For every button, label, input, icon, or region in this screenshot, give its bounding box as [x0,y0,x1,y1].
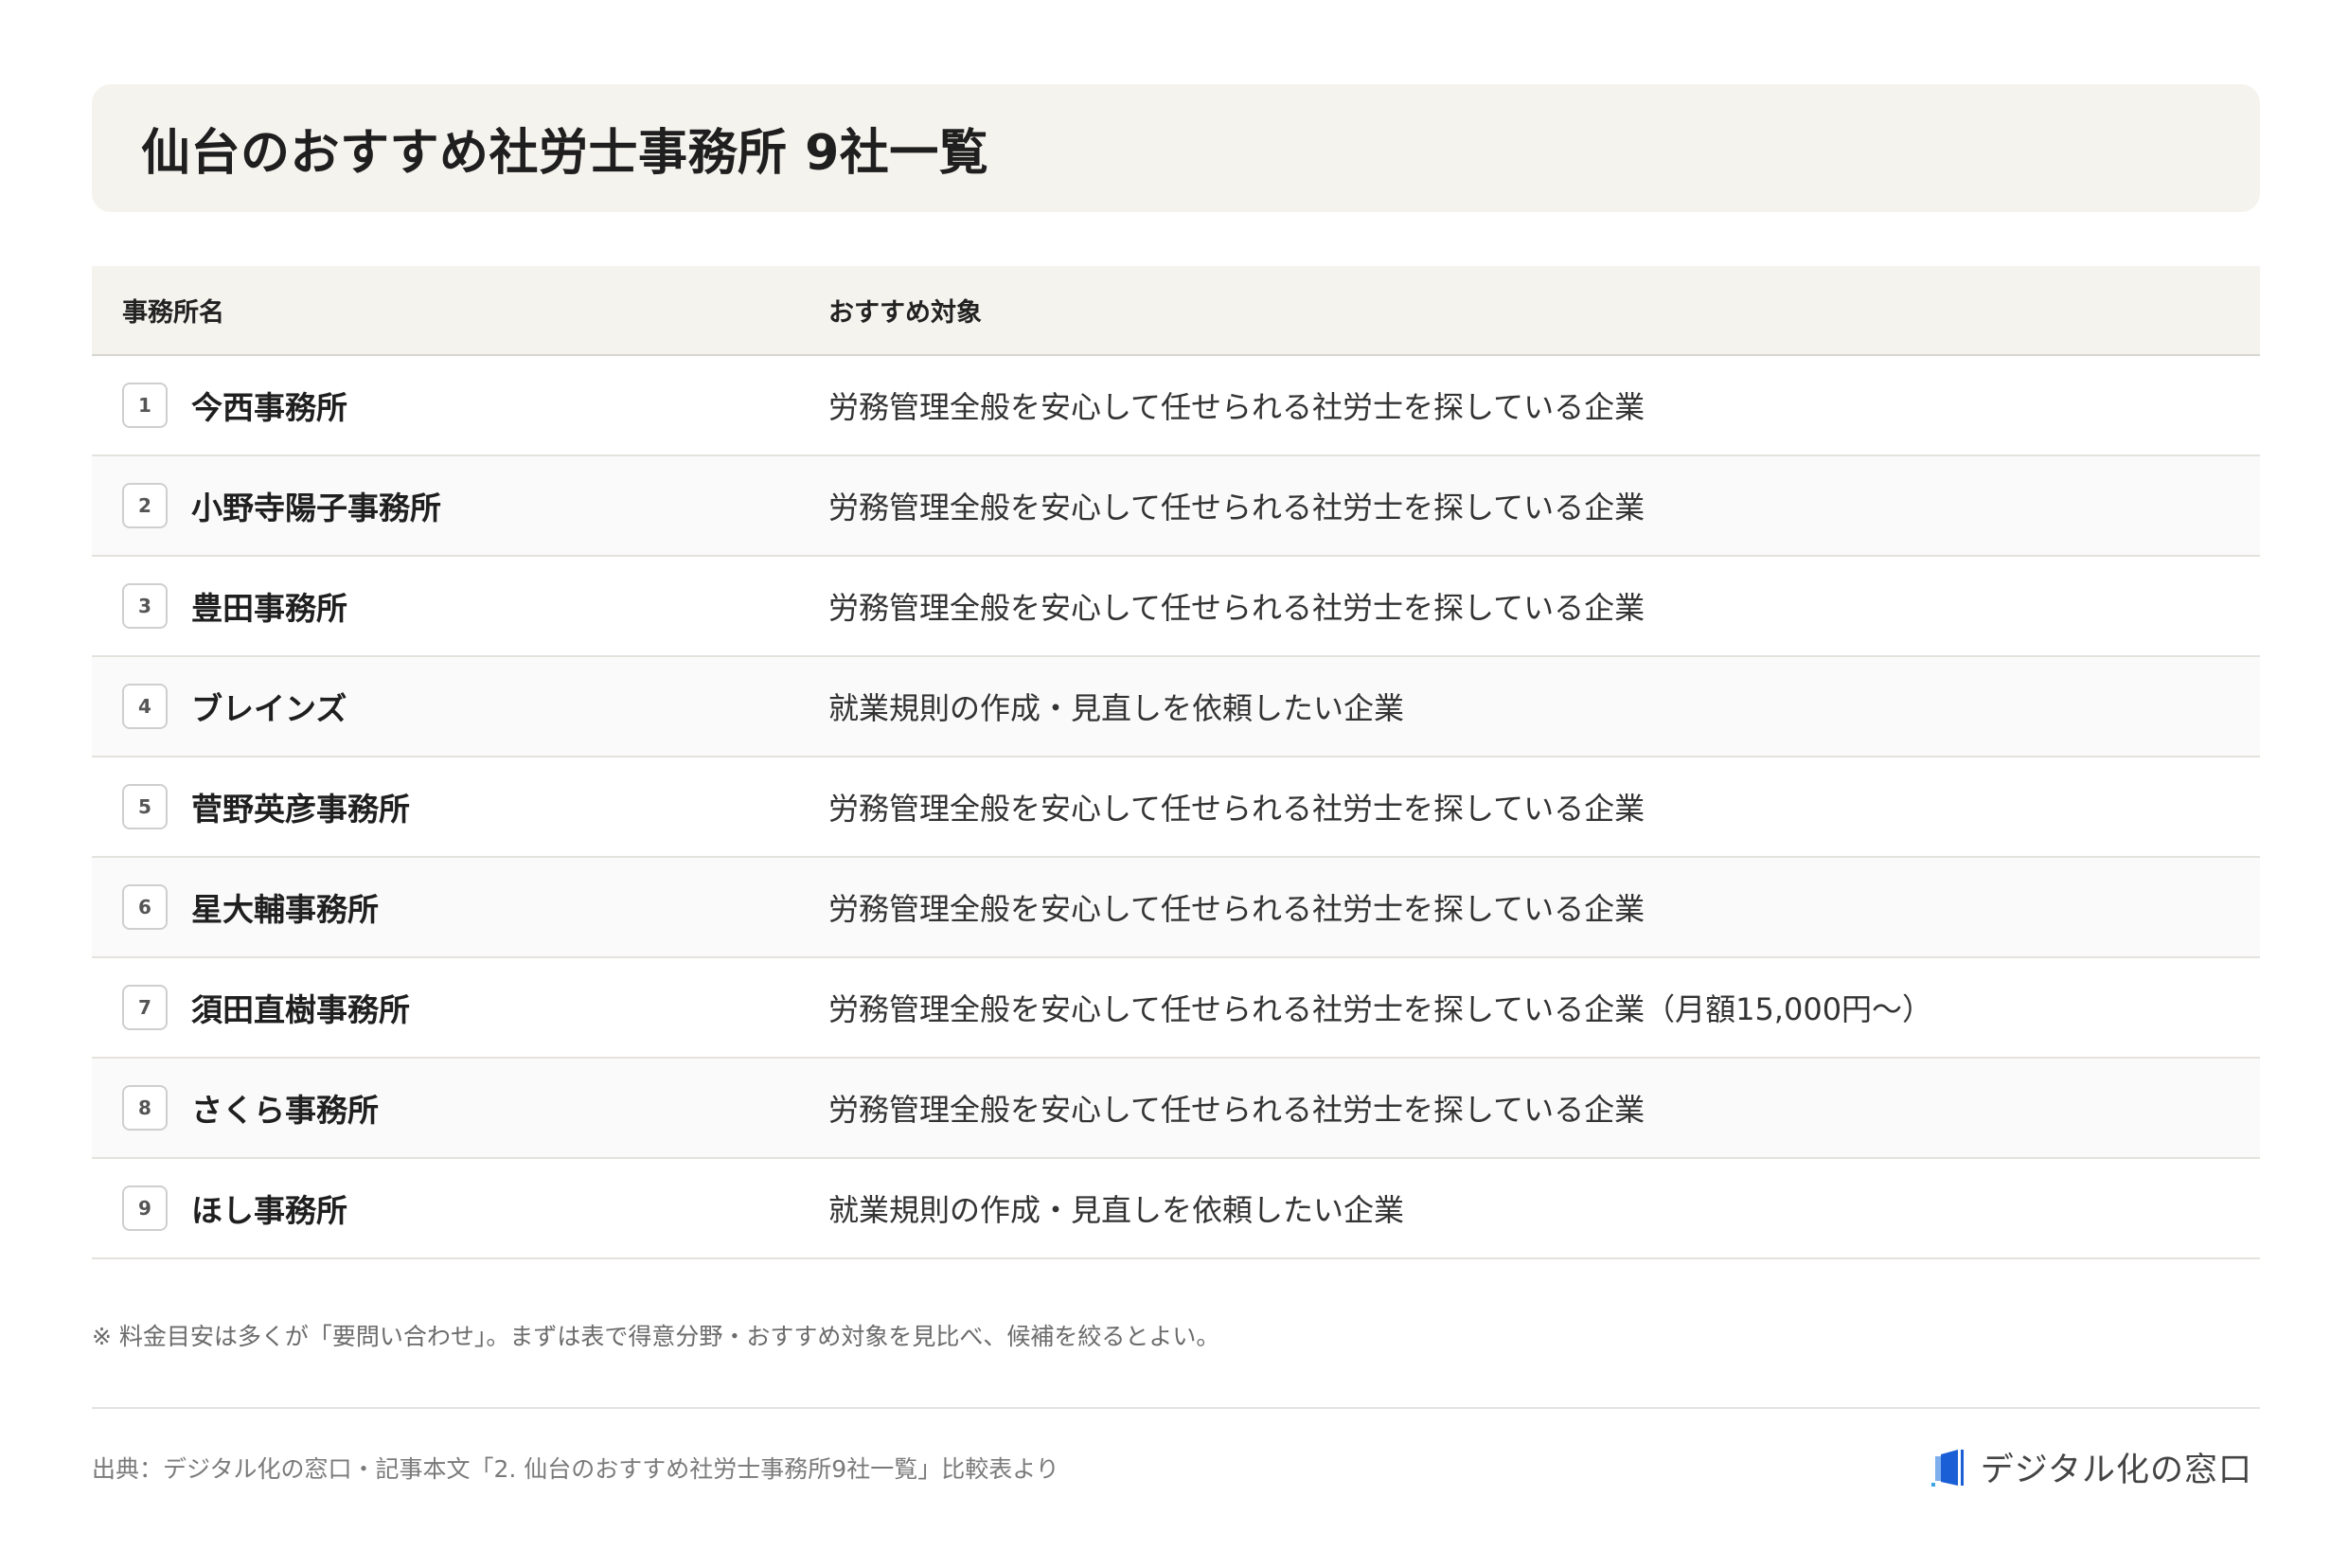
office-cell: 5 菅野英彦事務所 [92,757,828,857]
recommended-target: 労務管理全般を安心して任せられる社労士を探している企業 [828,1092,1645,1128]
table-row: 1 今西事務所 労務管理全般を安心して任せられる社労士を探している企業 [92,355,2260,455]
office-name: 豊田事務所 [191,590,347,627]
header-target: おすすめ対象 [828,266,2260,356]
office-name-wrap: 4 ブレインズ [122,684,828,729]
header-office-name: 事務所名 [92,266,828,356]
source-text: 出典：デジタル化の窓口・記事本文「2. 仙台のおすすめ社労士事務所9社一覧」比較… [92,1454,1059,1483]
office-name: ブレインズ [191,690,347,727]
recommended-target: 労務管理全般を安心して任せられる社労士を探している企業（月額15,000円〜） [828,991,1933,1027]
target-cell: 労務管理全般を安心して任せられる社労士を探している企業 [828,556,2260,656]
rank-badge: 2 [122,483,168,528]
office-name: 菅野英彦事務所 [191,791,410,828]
recommended-target: 労務管理全般を安心して任せられる社労士を探している企業 [828,791,1645,827]
page: 仙台のおすすめ社労士事務所 9社一覧 事務所名 おすすめ対象 1 今西事務所 労務管… [92,84,2260,1491]
rank-badge: 4 [122,684,168,729]
office-cell: 3 豊田事務所 [92,556,828,656]
table-row: 7 須田直樹事務所 労務管理全般を安心して任せられる社労士を探している企業（月額15… [92,957,2260,1058]
office-cell: 9 ほし事務所 [92,1158,828,1258]
footer: 出典：デジタル化の窓口・記事本文「2. 仙台のおすすめ社労士事務所9社一覧」比較… [92,1443,2260,1491]
rank-badge: 8 [122,1085,168,1131]
table-row: 6 星大輔事務所 労務管理全般を安心して任せられる社労士を探している企業 [92,857,2260,957]
table-row: 9 ほし事務所 就業規則の作成・見直しを依頼したい企業 [92,1158,2260,1258]
table-row: 2 小野寺陽子事務所 労務管理全般を安心して任せられる社労士を探している企業 [92,455,2260,556]
brand-logo: デジタル化の窓口 [1930,1443,2252,1491]
target-cell: 就業規則の作成・見直しを依頼したい企業 [828,656,2260,757]
office-name-wrap: 7 須田直樹事務所 [122,985,828,1030]
recommended-target: 就業規則の作成・見直しを依頼したい企業 [828,1192,1405,1228]
office-name-wrap: 3 豊田事務所 [122,583,828,629]
target-cell: 労務管理全般を安心して任せられる社労士を探している企業（月額15,000円〜） [828,957,2260,1058]
office-name-wrap: 6 星大輔事務所 [122,884,828,930]
office-cell: 7 須田直樹事務所 [92,957,828,1058]
target-cell: 労務管理全般を安心して任せられる社労士を探している企業 [828,1058,2260,1158]
target-cell: 労務管理全般を安心して任せられる社労士を探している企業 [828,455,2260,556]
table-row: 8 さくら事務所 労務管理全般を安心して任せられる社労士を探している企業 [92,1058,2260,1158]
office-cell: 4 ブレインズ [92,656,828,757]
footer-divider [92,1407,2260,1409]
target-cell: 就業規則の作成・見直しを依頼したい企業 [828,1158,2260,1258]
target-cell: 労務管理全般を安心して任せられる社労士を探している企業 [828,355,2260,455]
rank-badge: 6 [122,884,168,930]
recommended-target: 就業規則の作成・見直しを依頼したい企業 [828,690,1405,726]
office-name-wrap: 8 さくら事務所 [122,1085,828,1131]
office-cell: 1 今西事務所 [92,355,828,455]
title-banner: 仙台のおすすめ社労士事務所 9社一覧 [92,84,2260,212]
table-row: 5 菅野英彦事務所 労務管理全般を安心して任せられる社労士を探している企業 [92,757,2260,857]
office-cell: 2 小野寺陽子事務所 [92,455,828,556]
footnote: ※ 料金目安は多くが「要問い合わせ」。まずは表で得意分野・おすすめ対象を見比べ、… [92,1323,1220,1350]
office-name: 小野寺陽子事務所 [191,490,441,526]
office-name: 須田直樹事務所 [191,991,410,1028]
office-name: さくら事務所 [191,1092,379,1129]
rank-badge: 5 [122,784,168,829]
target-cell: 労務管理全般を安心して任せられる社労士を探している企業 [828,857,2260,957]
recommended-target: 労務管理全般を安心して任せられる社労士を探している企業 [828,891,1645,927]
window-logo-icon [1930,1449,1964,1487]
office-name-wrap: 2 小野寺陽子事務所 [122,483,828,528]
office-name: 今西事務所 [191,389,347,426]
rank-badge: 3 [122,583,168,629]
office-name-wrap: 5 菅野英彦事務所 [122,784,828,829]
table-header-row: 事務所名 おすすめ対象 [92,266,2260,356]
office-cell: 6 星大輔事務所 [92,857,828,957]
office-name: 星大輔事務所 [191,891,379,928]
recommended-target: 労務管理全般を安心して任せられる社労士を探している企業 [828,490,1645,526]
target-cell: 労務管理全般を安心して任せられる社労士を探している企業 [828,757,2260,857]
brand-name: デジタル化の窓口 [1980,1452,2252,1489]
office-cell: 8 さくら事務所 [92,1058,828,1158]
rank-badge: 7 [122,985,168,1030]
office-name-wrap: 9 ほし事務所 [122,1185,828,1231]
table-row: 3 豊田事務所 労務管理全般を安心して任せられる社労士を探している企業 [92,556,2260,656]
recommended-target: 労務管理全般を安心して任せられる社労士を探している企業 [828,389,1645,425]
rank-badge: 9 [122,1185,168,1231]
page-title: 仙台のおすすめ社労士事務所 9社一覧 [141,125,989,182]
table-row: 4 ブレインズ 就業規則の作成・見直しを依頼したい企業 [92,656,2260,757]
recommended-target: 労務管理全般を安心して任せられる社労士を探している企業 [828,590,1645,626]
office-name-wrap: 1 今西事務所 [122,383,828,428]
office-table: 事務所名 おすすめ対象 1 今西事務所 労務管理全般を安心して任せられる社労士を探し… [92,266,2260,1259]
office-name: ほし事務所 [191,1192,347,1229]
rank-badge: 1 [122,383,168,428]
